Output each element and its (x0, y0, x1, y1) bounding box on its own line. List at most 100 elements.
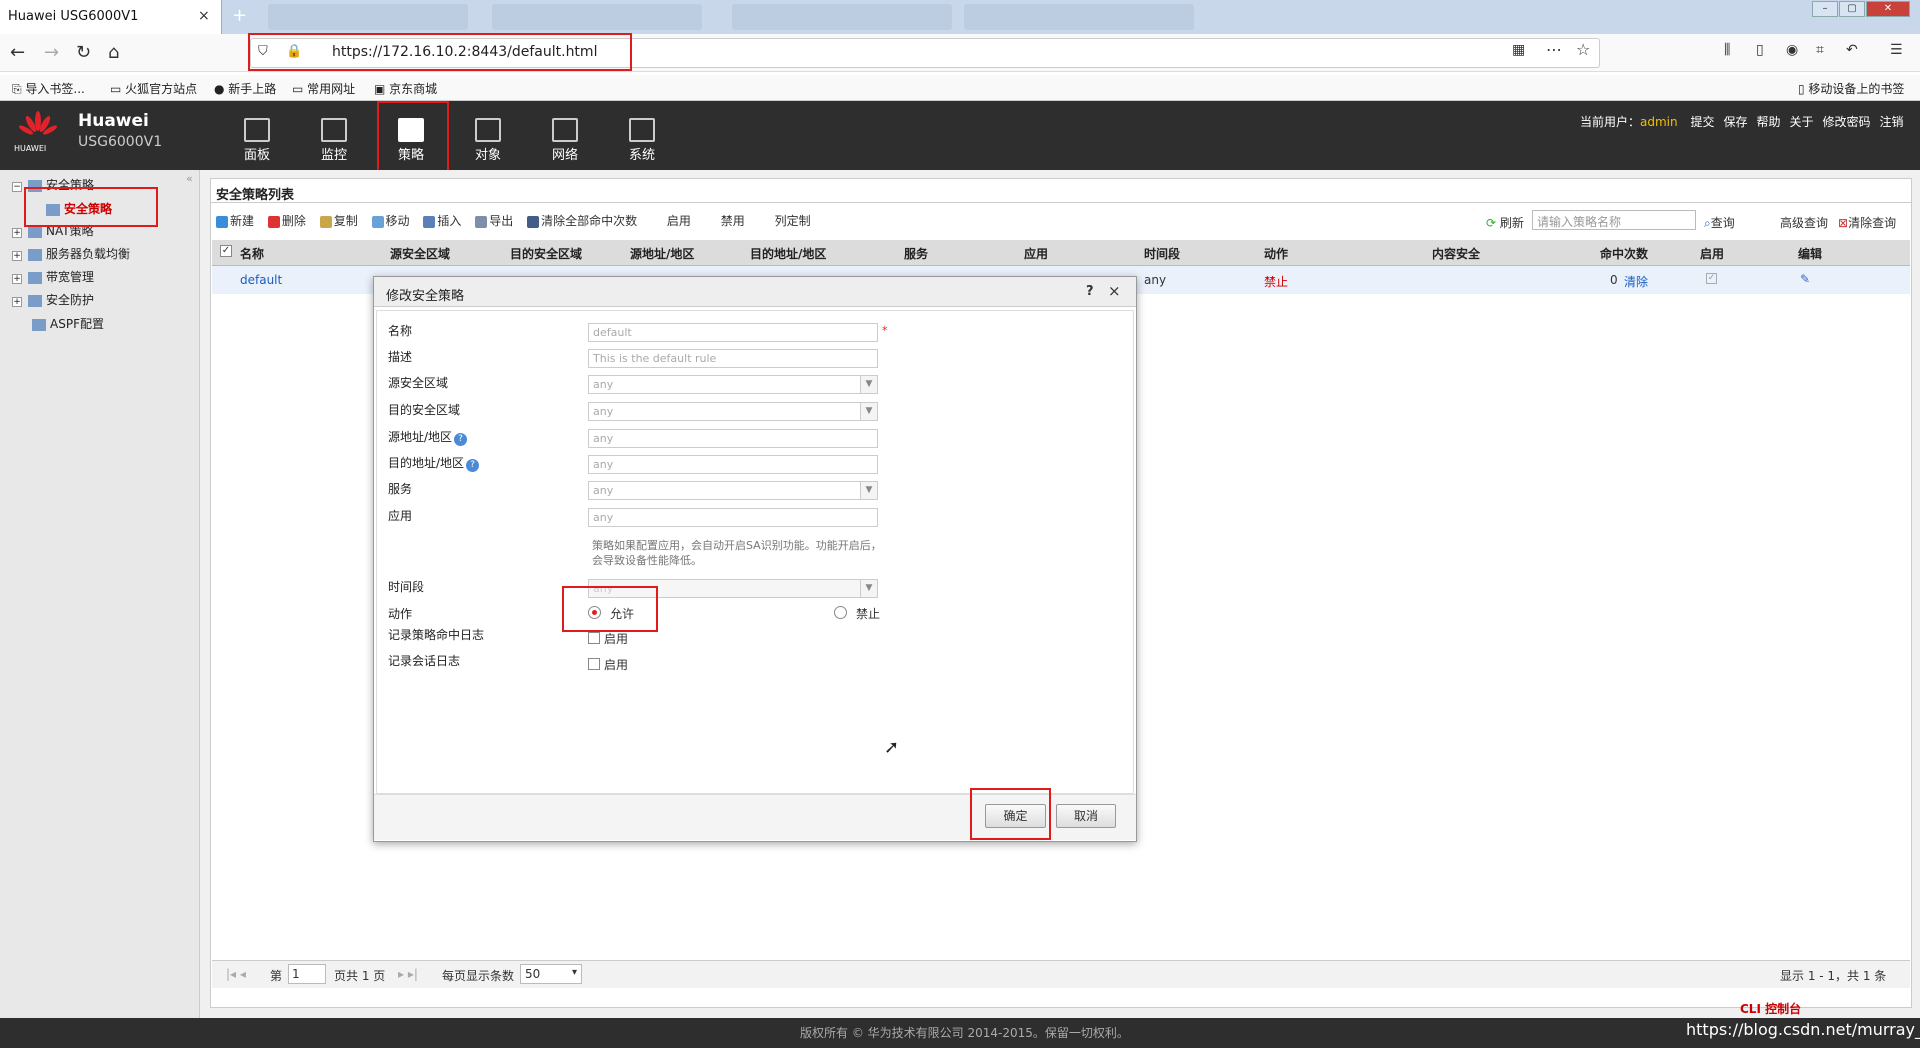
select-all-checkbox[interactable]: ✓ (220, 245, 232, 257)
collapse-icon[interactable]: « (186, 172, 193, 185)
home-icon[interactable]: ⌂ (108, 42, 119, 63)
help-icon[interactable]: ? (454, 433, 468, 446)
log-hit-checkbox[interactable] (588, 632, 600, 644)
link-help[interactable]: 帮助 (1756, 115, 1780, 129)
close-icon[interactable]: × (1108, 282, 1121, 300)
chevron-down-icon[interactable]: ▼ (860, 403, 877, 420)
edit-icon[interactable]: ✎ (1800, 272, 1810, 286)
sidebar-item-protection[interactable]: + 安全防护 (12, 291, 94, 308)
bookmark-mobile[interactable]: ▯ 移动设备上的书签 (1798, 80, 1904, 97)
chevron-down-icon[interactable]: ▼ (860, 376, 877, 393)
browser-tab[interactable] (732, 4, 952, 30)
bookmark-import[interactable]: ⎘ 导入书签... (12, 80, 85, 97)
back-icon[interactable]: ← (10, 42, 25, 63)
clear-hits-button[interactable]: 清除全部命中次数 (527, 214, 637, 228)
expand-toggle-icon[interactable]: + (12, 297, 22, 307)
cli-console-link[interactable]: CLI 控制台 (1740, 1000, 1801, 1017)
sidebar-item-bandwidth[interactable]: + 带宽管理 (12, 268, 94, 285)
description-field[interactable]: This is the default rule (588, 349, 878, 368)
col-enabled[interactable]: 启用 (1700, 245, 1724, 262)
expand-toggle-icon[interactable]: + (12, 251, 22, 261)
dst-zone-select[interactable]: any (588, 402, 878, 421)
log-session-checkbox[interactable] (588, 658, 600, 670)
undo-icon[interactable]: ↶ (1846, 42, 1858, 58)
nav-monitor[interactable]: 监控 (299, 108, 369, 166)
minimize-icon[interactable]: – (1812, 1, 1838, 17)
col-dst-zone[interactable]: 目的安全区域 (510, 245, 582, 262)
bookmark-getting-started[interactable]: ● 新手上路 (214, 80, 276, 97)
collapse-toggle-icon[interactable]: − (12, 182, 22, 192)
reload-icon[interactable]: ↻ (76, 42, 91, 63)
chevron-down-icon[interactable]: ▼ (860, 482, 877, 499)
link-save[interactable]: 保存 (1723, 115, 1747, 129)
col-src-zone[interactable]: 源安全区域 (390, 245, 450, 262)
col-app[interactable]: 应用 (1024, 245, 1048, 262)
new-tab-icon[interactable]: + (232, 5, 247, 26)
service-select[interactable]: any (588, 481, 878, 500)
col-edit[interactable]: 编辑 (1798, 245, 1822, 262)
browser-tab-active[interactable]: Huawei USG6000V1 × (0, 0, 222, 34)
name-field[interactable]: default (588, 323, 878, 342)
bookmark-jd[interactable]: ▣ 京东商城 (374, 80, 437, 97)
maximize-icon[interactable]: ▢ (1839, 1, 1865, 17)
last-page-icon[interactable]: ▸ ▸| (398, 967, 418, 981)
sidebar-item-slb[interactable]: + 服务器负载均衡 (12, 245, 130, 262)
first-page-icon[interactable]: |◂ ◂ (226, 967, 246, 981)
account-icon[interactable]: ◉ (1786, 42, 1798, 58)
advanced-query-button[interactable]: 高级查询 (1780, 214, 1828, 231)
row-clear-hits-link[interactable]: 清除 (1624, 273, 1648, 290)
move-button[interactable]: 移动 (371, 214, 410, 228)
query-button[interactable]: ⌕查询 (1704, 214, 1735, 231)
link-commit[interactable]: 提交 (1690, 115, 1714, 129)
deny-radio[interactable] (834, 606, 847, 619)
nav-system[interactable]: 系统 (607, 108, 677, 166)
browser-tab[interactable] (492, 4, 702, 30)
link-about[interactable]: 关于 (1790, 115, 1814, 129)
link-change-password[interactable]: 修改密码 (1823, 115, 1871, 129)
browser-tab[interactable] (964, 4, 1194, 30)
col-content-security[interactable]: 内容安全 (1432, 245, 1480, 262)
col-dst-addr[interactable]: 目的地址/地区 (750, 245, 826, 262)
sidebar-toggle-icon[interactable]: ▯ (1756, 42, 1764, 58)
page-input[interactable]: 1 (288, 964, 326, 984)
clear-query-button[interactable]: ⊠清除查询 (1838, 214, 1896, 231)
qr-code-icon[interactable]: ▦ (1512, 42, 1525, 58)
dst-addr-field[interactable]: any (588, 455, 878, 474)
help-icon[interactable]: ? (1086, 284, 1094, 299)
src-zone-select[interactable]: any (588, 375, 878, 394)
app-field[interactable]: any (588, 508, 878, 527)
library-icon[interactable]: ⫼ (1724, 42, 1730, 58)
nav-object[interactable]: 对象 (453, 108, 523, 166)
menu-icon[interactable]: ☰ (1890, 42, 1903, 58)
col-src-addr[interactable]: 源地址/地区 (630, 245, 694, 262)
tab-close-icon[interactable]: × (198, 8, 210, 24)
insert-button[interactable]: 插入 (423, 214, 461, 228)
browser-tab[interactable] (268, 4, 468, 30)
col-action[interactable]: 动作 (1264, 245, 1288, 262)
delete-button[interactable]: 删除 (267, 214, 306, 228)
cancel-button[interactable]: 取消 (1056, 804, 1116, 828)
per-page-select[interactable]: 50 ▾ (520, 964, 582, 984)
window-close-icon[interactable]: ✕ (1866, 1, 1910, 17)
sidebar-item-aspf[interactable]: ASPF配置 (32, 315, 104, 332)
disable-button[interactable]: 禁用 (721, 214, 745, 228)
expand-toggle-icon[interactable]: + (12, 228, 22, 238)
export-button[interactable]: 导出 (475, 214, 513, 228)
more-actions-icon[interactable]: ⋯ (1546, 40, 1562, 59)
forward-icon[interactable]: → (44, 42, 59, 63)
col-name[interactable]: 名称 (240, 245, 264, 262)
bookmark-star-icon[interactable]: ☆ (1576, 40, 1590, 59)
col-time[interactable]: 时间段 (1144, 245, 1180, 262)
col-service[interactable]: 服务 (904, 245, 928, 262)
nav-network[interactable]: 网络 (530, 108, 600, 166)
bookmark-common-sites[interactable]: ▭ 常用网址 (292, 80, 355, 97)
row-name-link[interactable]: default (240, 273, 282, 287)
link-logout[interactable]: 注销 (1880, 115, 1904, 129)
src-addr-field[interactable]: any (588, 429, 878, 448)
copy-button[interactable]: 复制 (319, 214, 358, 228)
help-icon[interactable]: ? (466, 459, 480, 472)
bookmark-firefox-site[interactable]: ▭ 火狐官方站点 (110, 80, 197, 97)
col-hits[interactable]: 命中次数 (1600, 245, 1648, 262)
nav-dashboard[interactable]: 面板 (222, 108, 292, 166)
chevron-down-icon[interactable]: ▼ (860, 580, 877, 597)
